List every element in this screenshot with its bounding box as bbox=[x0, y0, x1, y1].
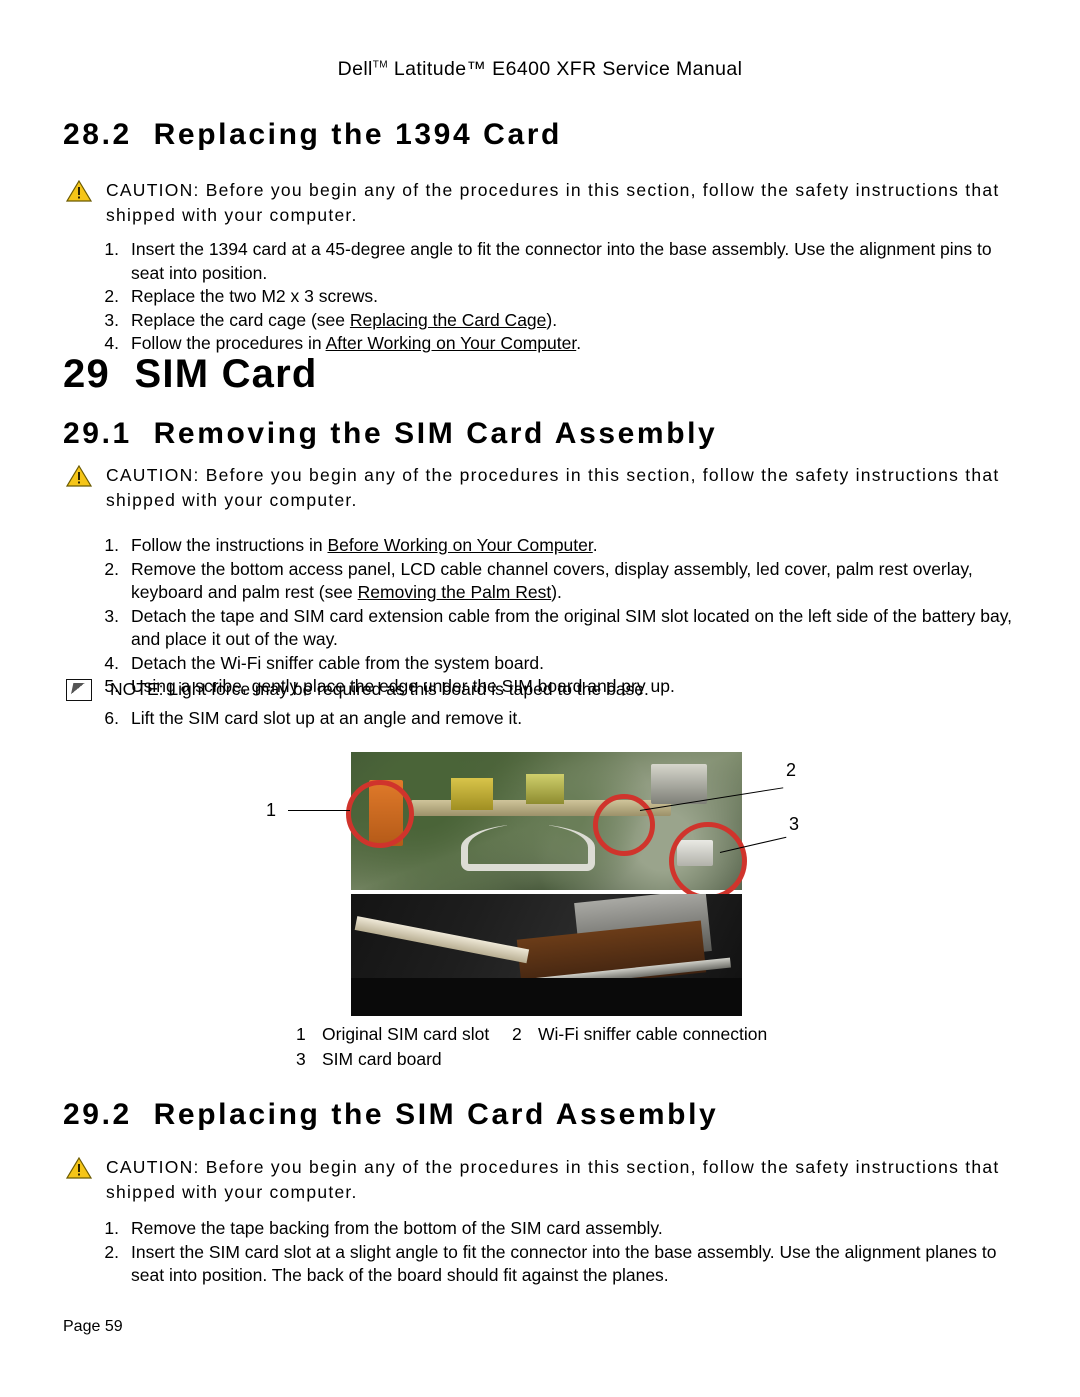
highlight-circle-1 bbox=[346, 780, 414, 848]
heading-29-1-title: Removing the SIM Card Assembly bbox=[153, 417, 718, 450]
list-item-text: Detach the Wi-Fi sniffer cable from the … bbox=[131, 652, 545, 673]
heading-28-2-title: Replacing the 1394 Card bbox=[153, 118, 562, 151]
chapter-number: 29 bbox=[63, 352, 110, 396]
highlight-circle-3 bbox=[669, 822, 747, 900]
list-item-text: Lift the SIM card slot up at an angle an… bbox=[131, 708, 523, 728]
list-item-text: Remove the bottom access panel, LCD cabl… bbox=[131, 558, 973, 603]
list-item-number: 2. bbox=[104, 1241, 119, 1262]
highlight-circle-2 bbox=[593, 794, 655, 856]
callout-number-1: 1 bbox=[266, 800, 277, 820]
list-item: 4. Detach the Wi-Fi sniffer cable from th… bbox=[93, 652, 1018, 676]
list-item-number: 3. bbox=[104, 605, 119, 626]
figure-legend: 1 Original SIM card slot 2 Wi-Fi sniffer ca… bbox=[296, 1022, 996, 1072]
legend-label-1: Original SIM card slot bbox=[322, 1024, 490, 1044]
list-item-text: Replace the card cage (see Replacing the… bbox=[131, 309, 558, 330]
caution-29-2: CAUTION: Before you begin any of the pro… bbox=[66, 1155, 1026, 1205]
steps-29-1: 1. Follow the instructions in Before Work… bbox=[93, 534, 1018, 699]
figure-photo-scribe bbox=[351, 894, 742, 1016]
photo2-scribe-tool bbox=[354, 916, 530, 964]
callout-number-3: 3 bbox=[789, 814, 800, 834]
caution-triangle-icon bbox=[66, 465, 92, 487]
heading-29-2: 29.2 Replacing the SIM Card Assembly bbox=[63, 1098, 718, 1132]
heading-28-2-number: 28.2 bbox=[63, 118, 132, 151]
note-pencil-icon bbox=[66, 679, 92, 701]
callout-number-2: 2 bbox=[786, 760, 797, 780]
caution-29-2-text: CAUTION: Before you begin any of the pro… bbox=[106, 1157, 1000, 1202]
legend-number-2: 2 bbox=[512, 1024, 522, 1044]
heading-29-1: 29.1 Removing the SIM Card Assembly bbox=[63, 417, 717, 451]
list-item-number: 3. bbox=[104, 309, 119, 330]
chapter-title: SIM Card bbox=[134, 352, 318, 396]
header-trademark: TM bbox=[372, 59, 389, 71]
heading-29-1-number: 29.1 bbox=[63, 417, 132, 450]
header-brand: Dell bbox=[337, 58, 373, 80]
list-item-number: 2. bbox=[104, 286, 119, 306]
photo-chip-b bbox=[451, 778, 493, 810]
list-item-text: Insert the 1394 card at a 45-degree angl… bbox=[131, 239, 992, 283]
legend-label-2: Wi-Fi sniffer cable connection bbox=[538, 1024, 768, 1044]
photo2-shadow bbox=[351, 978, 742, 1016]
list-item-text: Replace the two M2 x 3 screws. bbox=[131, 286, 379, 306]
link-removing-the-palm-rest[interactable]: Removing the Palm Rest bbox=[358, 582, 552, 602]
photo-chip-c bbox=[526, 774, 564, 804]
list-item: 2. Insert the SIM card slot at a slight a… bbox=[93, 1241, 1018, 1288]
legend-row: 3 SIM card board bbox=[296, 1047, 996, 1072]
link-after-working-on-your-computer[interactable]: After Working on Your Computer bbox=[326, 333, 577, 353]
caution-28-2: CAUTION: Before you begin any of the pro… bbox=[66, 178, 1026, 228]
steps-29-2: 1. Remove the tape backing from the botto… bbox=[93, 1217, 1018, 1288]
page-header: DellTM Latitude™ E6400 XFR Service Manua… bbox=[0, 58, 1080, 81]
list-item-text: Insert the SIM card slot at a slight ang… bbox=[131, 1241, 997, 1286]
legend-number-1: 1 bbox=[296, 1024, 306, 1044]
caution-28-2-text: CAUTION: Before you begin any of the pro… bbox=[106, 180, 1000, 225]
link-before-working-on-your-computer[interactable]: Before Working on Your Computer bbox=[327, 535, 592, 555]
photo-chip-d bbox=[651, 764, 707, 804]
caution-29-1: CAUTION: Before you begin any of the pro… bbox=[66, 463, 1026, 513]
header-title: Latitude™ E6400 XFR Service Manual bbox=[388, 58, 743, 80]
list-item-text: Detach the tape and SIM card extension c… bbox=[131, 605, 1013, 650]
list-item: 1. Insert the 1394 card at a 45-degree an… bbox=[93, 238, 1018, 285]
list-item-number: 1. bbox=[104, 1218, 119, 1238]
list-item-number: 2. bbox=[104, 558, 119, 579]
list-item-text: Remove the tape backing from the bottom … bbox=[131, 1218, 663, 1238]
leader-line-1 bbox=[288, 810, 350, 811]
list-item: 2. Replace the two M2 x 3 screws. bbox=[93, 285, 1018, 309]
steps-28-2: 1. Insert the 1394 card at a 45-degree an… bbox=[93, 238, 1018, 356]
list-item-number: 4. bbox=[104, 652, 119, 673]
list-item: 3. Replace the card cage (see Replacing t… bbox=[93, 309, 1018, 333]
list-item: 3. Detach the tape and SIM card extension… bbox=[93, 605, 1018, 652]
caution-triangle-icon bbox=[66, 180, 92, 202]
legend-number-3: 3 bbox=[296, 1049, 306, 1069]
document-page: DellTM Latitude™ E6400 XFR Service Manua… bbox=[0, 0, 1080, 1397]
list-item: 2. Remove the bottom access panel, LCD ca… bbox=[93, 558, 1018, 605]
list-item-text: Follow the procedures in After Working o… bbox=[131, 333, 582, 353]
heading-28-2: 28.2 Replacing the 1394 Card bbox=[63, 118, 562, 152]
photo-metal-bracket bbox=[461, 824, 595, 871]
caution-29-1-text: CAUTION: Before you begin any of the pro… bbox=[106, 465, 1000, 510]
list-item-number: 6. bbox=[104, 708, 119, 728]
legend-label-3: SIM card board bbox=[322, 1049, 442, 1069]
list-item: 1. Remove the tape backing from the botto… bbox=[93, 1217, 1018, 1241]
heading-29-2-number: 29.2 bbox=[63, 1098, 132, 1131]
steps-29-1-continued: 6. Lift the SIM card slot up at an angle … bbox=[93, 707, 1018, 731]
note-29-1-text: NOTE: Light force may be required as thi… bbox=[110, 679, 649, 699]
list-item-number: 1. bbox=[104, 239, 119, 259]
legend-row: 1 Original SIM card slot 2 Wi-Fi sniffer ca… bbox=[296, 1022, 996, 1047]
caution-triangle-icon bbox=[66, 1157, 92, 1179]
link-replacing-the-card-cage[interactable]: Replacing the Card Cage bbox=[350, 310, 547, 330]
list-item-number: 1. bbox=[104, 535, 119, 555]
heading-29-2-title: Replacing the SIM Card Assembly bbox=[153, 1098, 719, 1131]
heading-chapter-29: 29 SIM Card bbox=[63, 352, 318, 397]
list-item-text: Follow the instructions in Before Workin… bbox=[131, 535, 598, 555]
list-item: 1. Follow the instructions in Before Work… bbox=[93, 534, 1018, 558]
list-item: 6. Lift the SIM card slot up at an angle … bbox=[93, 707, 1018, 731]
figure-sim-card-removal: 1 2 3 bbox=[0, 752, 1080, 1027]
page-number: Page 59 bbox=[63, 1318, 123, 1335]
note-29-1: NOTE: Light force may be required as thi… bbox=[66, 678, 1026, 701]
